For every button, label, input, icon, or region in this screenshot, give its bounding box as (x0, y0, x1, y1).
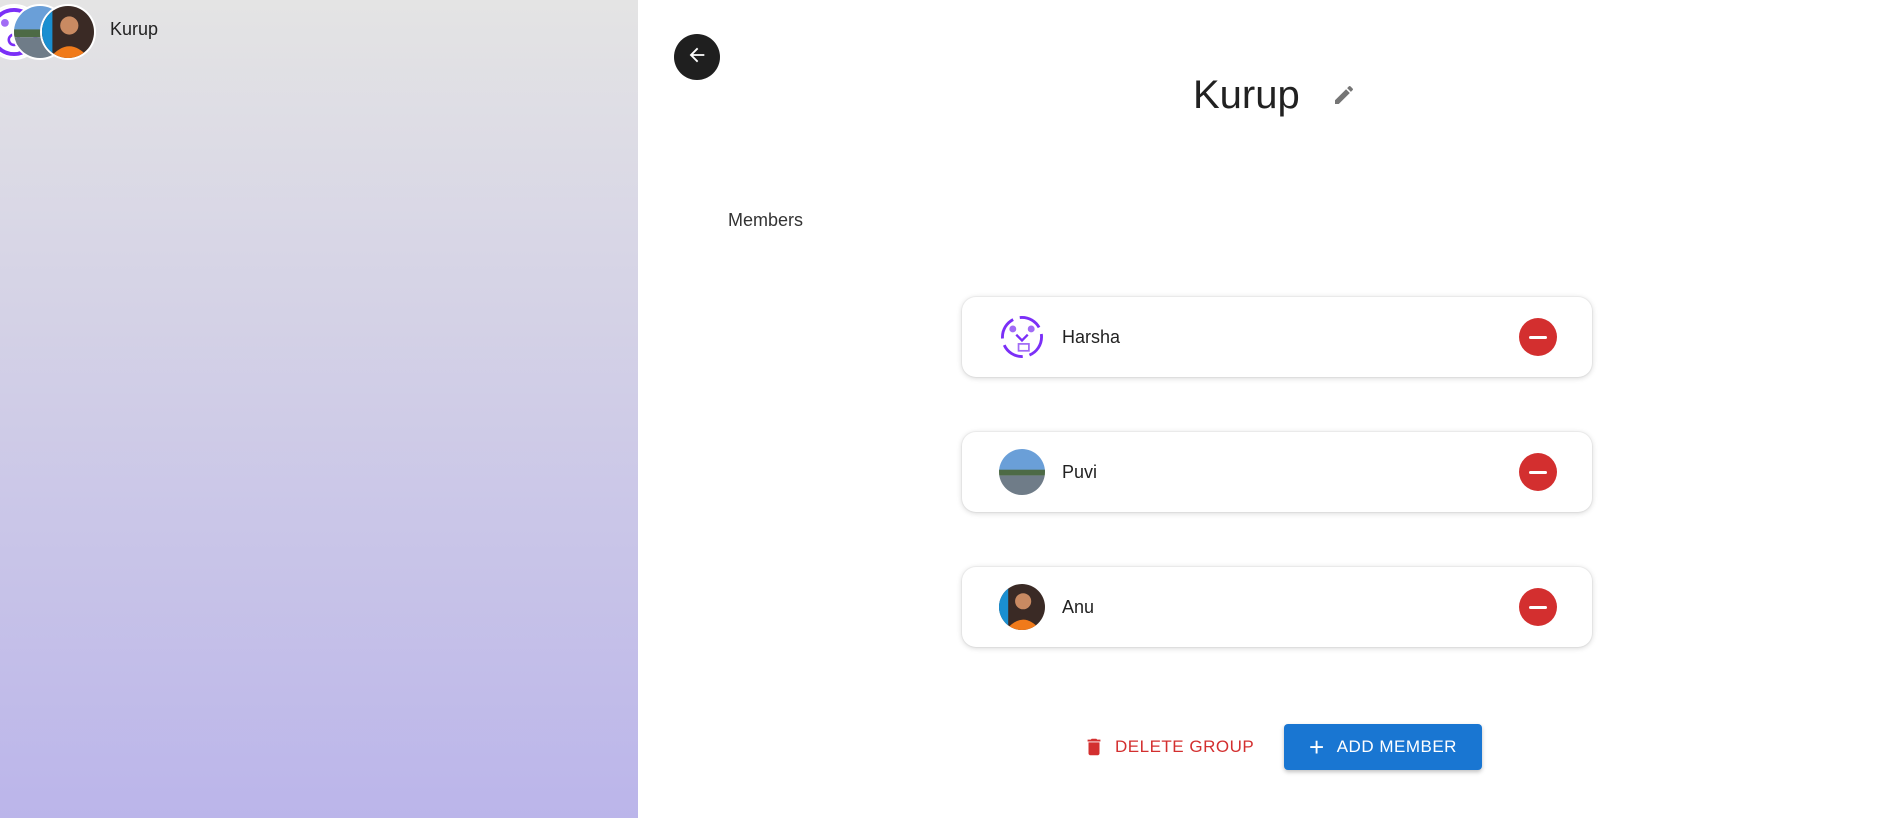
trash-icon (1083, 736, 1105, 758)
landscape-avatar (999, 449, 1045, 495)
arrow-left-icon (686, 44, 708, 71)
delete-group-label: DELETE GROUP (1115, 737, 1255, 756)
group-name: Kurup (110, 19, 159, 39)
group-avatar-stack (0, 4, 100, 62)
purple-logo-avatar (999, 314, 1045, 360)
member-card: Anu (962, 567, 1592, 647)
minus-circle-icon (1529, 470, 1547, 474)
remove-member-button[interactable] (1519, 588, 1557, 626)
pencil-icon[interactable] (1330, 81, 1358, 109)
members-label: Members (728, 210, 804, 230)
portrait-avatar (999, 584, 1045, 630)
member-name: Harsha (1062, 327, 1121, 347)
member-name: Anu (1062, 597, 1095, 617)
add-member-label: ADD MEMBER (1336, 737, 1457, 756)
minus-circle-icon (1529, 335, 1547, 339)
sidebar: Kurup (0, 0, 638, 818)
remove-member-button[interactable] (1519, 453, 1557, 491)
sidebar-group-item[interactable]: Kurup (0, 0, 638, 60)
member-card: Harsha (962, 297, 1592, 377)
group-details-panel: Kurup Members Harsha Puvi Anu DELETE GRO… (638, 0, 1887, 818)
delete-group-button[interactable]: DELETE GROUP (1083, 724, 1254, 770)
member-card: Puvi (962, 432, 1592, 512)
member-name: Puvi (1062, 462, 1098, 482)
title-row: Kurup (1193, 70, 1358, 120)
page-title: Kurup (1193, 72, 1300, 117)
portrait-avatar (40, 4, 96, 60)
back-button[interactable] (674, 34, 720, 80)
remove-member-button[interactable] (1519, 318, 1557, 356)
add-member-button[interactable]: + ADD MEMBER (1284, 724, 1482, 770)
minus-circle-icon (1529, 605, 1547, 609)
plus-icon: + (1309, 732, 1325, 762)
